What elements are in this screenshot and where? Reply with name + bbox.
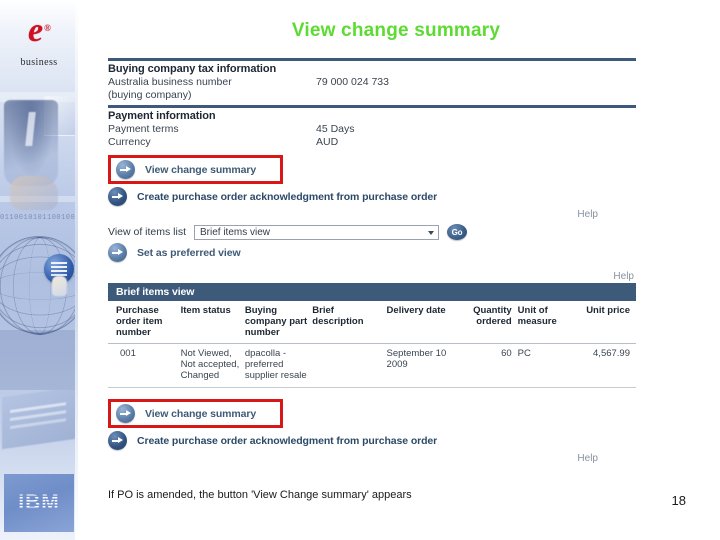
cell-delivery-date: September 10 2009: [386, 343, 459, 388]
payment-information-section: Payment information Payment terms 45 Day…: [108, 108, 636, 152]
column-header-item-status: Item status: [180, 301, 245, 344]
sidebar-shadow-band: [0, 330, 78, 390]
field-label: Australia business number (buying compan…: [108, 76, 316, 101]
view-selector-row: View of items list Brief items view Go: [108, 221, 636, 241]
arrow-right-icon: [116, 404, 135, 423]
tax-information-section: Buying company tax information Australia…: [108, 61, 636, 105]
go-button[interactable]: Go: [447, 224, 467, 240]
set-preferred-view-label: Set as preferred view: [137, 246, 241, 259]
field-row: Australia business number (buying compan…: [108, 76, 636, 101]
registered-trademark-icon: ®: [44, 23, 51, 33]
cell-item-status: Not Viewed, Not accepted, Changed: [180, 343, 245, 388]
pointing-hand-icon: [52, 276, 67, 296]
set-preferred-view-link[interactable]: Set as preferred view: [108, 241, 636, 264]
abn-label-line1: Australia business number: [108, 76, 232, 88]
currency-label: Currency: [108, 135, 151, 148]
slide-caption: If PO is amended, the button 'View Chang…: [108, 489, 412, 501]
cell-part-number: dpacolla - preferred supplier resale: [244, 343, 313, 388]
column-header-delivery-date: Delivery date: [386, 301, 459, 344]
payment-section-heading: Payment information: [108, 110, 216, 122]
ibm-wordmark: IBM: [18, 491, 60, 514]
e-business-wordmark: business: [20, 57, 58, 68]
view-selector-label: View of items list: [108, 226, 186, 238]
table-header-row: Purchase order item number Item status B…: [108, 301, 636, 344]
cell-unit-price: 4,567.99: [578, 343, 636, 388]
view-change-summary-link-bottom[interactable]: View change summary: [145, 408, 256, 420]
column-header-part-number: Buying company part number: [244, 301, 313, 344]
annotation-highlight-top: View change summary: [108, 155, 284, 184]
annotation-highlight-bottom: View change summary: [108, 399, 284, 428]
items-table: Purchase order item number Item status B…: [108, 301, 636, 388]
column-header-brief-description: Brief description: [312, 301, 387, 344]
decorative-sidebar: 01100101011001000110 e® business IBM: [0, 0, 78, 540]
create-poa-label-top: Create purchase order acknowledgment fro…: [137, 190, 438, 203]
table-row: 001 Not Viewed, Not accepted, Changed dp…: [108, 343, 636, 388]
view-selector-dropdown[interactable]: Brief items view: [194, 224, 439, 240]
create-poa-label-bottom: Create purchase order acknowledgment fro…: [137, 434, 438, 447]
abn-label-line2: (buying company): [108, 88, 192, 101]
e-business-logo: e® business: [0, 12, 78, 69]
application-screenshot: Buying company tax information Australia…: [108, 58, 636, 465]
column-header-quantity-ordered: Quantity ordered: [458, 301, 518, 344]
column-header-unit-of-measure: Unit of measure: [517, 301, 579, 344]
items-table-title: Brief items view: [108, 283, 636, 301]
hands-image: [10, 176, 58, 210]
cell-quantity-ordered: 60: [458, 343, 518, 388]
e-business-mark: e®: [28, 12, 51, 49]
cell-unit-of-measure: PC: [517, 343, 579, 388]
binary-strip: 01100101011001000110: [0, 214, 78, 222]
currency-value: AUD: [316, 135, 339, 148]
slide-canvas: 01100101011001000110 e® business IBM Vie…: [0, 0, 720, 540]
tax-section-heading: Buying company tax information: [108, 63, 277, 75]
column-header-unit-price: Unit price: [578, 301, 636, 344]
page-title: View change summary: [291, 20, 501, 41]
create-poa-link-top[interactable]: Create purchase order acknowledgment fro…: [108, 185, 636, 208]
field-row: Currency AUD: [108, 136, 636, 149]
payment-terms-value: 45 Days: [316, 123, 355, 135]
chevron-down-icon: [428, 230, 434, 235]
column-header-item-number: Purchase order item number: [108, 301, 181, 344]
help-link-top[interactable]: Help: [108, 208, 636, 221]
arrow-right-icon: [116, 160, 135, 179]
view-change-summary-link-top[interactable]: View change summary: [145, 164, 256, 176]
arrow-right-icon: [108, 431, 127, 450]
create-poa-link-bottom[interactable]: Create purchase order acknowledgment fro…: [108, 429, 636, 452]
ibm-logo: IBM: [4, 474, 74, 532]
cell-item-number: 001: [108, 343, 181, 388]
help-link-bottom[interactable]: Help: [108, 452, 636, 465]
arrow-right-icon: [108, 187, 127, 206]
help-link-table[interactable]: Help: [108, 270, 636, 283]
cell-brief-description: [312, 343, 387, 388]
arrow-right-icon: [108, 243, 127, 262]
keyboard-image: [2, 386, 76, 450]
field-row: Payment terms 45 Days: [108, 123, 636, 136]
slide-page-number: 18: [671, 493, 686, 508]
payment-terms-label: Payment terms: [108, 123, 179, 135]
abn-value: 79 000 024 733: [316, 76, 389, 88]
view-selector-value: Brief items view: [200, 226, 271, 238]
